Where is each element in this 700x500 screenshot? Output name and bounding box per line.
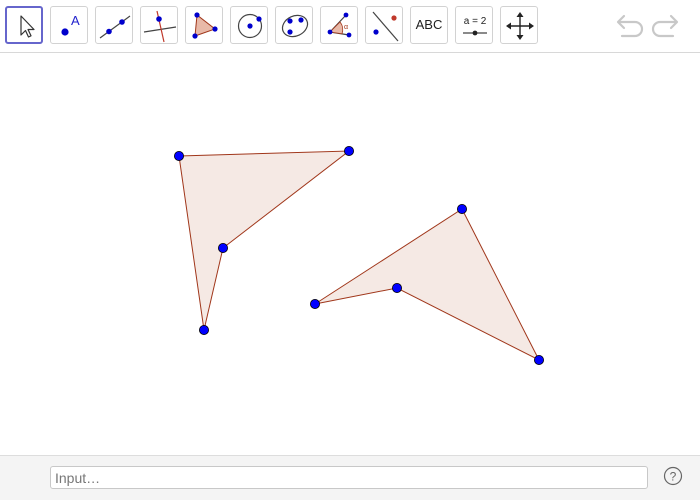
help-icon[interactable]: ? xyxy=(663,466,683,486)
angle-tool-button[interactable]: α xyxy=(320,6,358,44)
perpendicular-line-icon xyxy=(143,10,177,43)
input-field[interactable] xyxy=(50,466,648,489)
point[interactable] xyxy=(198,324,209,335)
reflect-about-line-icon xyxy=(372,11,399,42)
polygon-1[interactable] xyxy=(178,150,351,331)
point-tool-label: A xyxy=(71,13,80,28)
angle-icon: α xyxy=(327,12,352,38)
graphics-view[interactable] xyxy=(0,53,700,455)
point[interactable] xyxy=(456,203,467,214)
reflect-tool-button[interactable] xyxy=(365,6,403,44)
polygon-2[interactable] xyxy=(314,208,541,362)
circle-center-point-icon xyxy=(237,13,263,39)
geogebra-app: A α ABC a = 2 Input… ? xyxy=(0,0,700,500)
move-tool-button[interactable] xyxy=(5,6,43,44)
conic-tool-button[interactable] xyxy=(275,6,313,44)
line-through-points-icon xyxy=(99,15,131,39)
line-tool-button[interactable] xyxy=(95,6,133,44)
toolbar: A α ABC a = 2 xyxy=(0,0,700,53)
slider-tool-label: a = 2 xyxy=(464,16,487,27)
point[interactable] xyxy=(309,298,320,309)
polygon-icon xyxy=(192,12,218,39)
point[interactable] xyxy=(343,146,354,157)
help-label: ? xyxy=(670,470,677,484)
undo-icon[interactable] xyxy=(614,12,644,40)
svg-text:α: α xyxy=(344,24,348,31)
perpendicular-line-tool-button[interactable] xyxy=(140,6,178,44)
move-graphics-view-tool-button[interactable] xyxy=(500,6,538,44)
conic-through-points-icon xyxy=(281,14,309,38)
text-tool-button[interactable]: ABC xyxy=(410,6,448,44)
circle-tool-button[interactable] xyxy=(230,6,268,44)
point[interactable] xyxy=(173,151,184,162)
input-bar xyxy=(0,455,700,500)
slider-icon: a = 2 xyxy=(463,16,487,36)
arrow-pointer-icon xyxy=(20,15,35,38)
point-tool-button[interactable]: A xyxy=(50,6,88,44)
polygon-tool-button[interactable] xyxy=(185,6,223,44)
point[interactable] xyxy=(534,354,545,365)
point-label-icon: A xyxy=(61,13,80,36)
point[interactable] xyxy=(391,282,402,293)
slider-tool-button[interactable]: a = 2 xyxy=(455,6,493,44)
text-tool-label: ABC xyxy=(415,17,443,32)
move-arrows-icon xyxy=(506,12,534,40)
redo-icon[interactable] xyxy=(651,12,681,40)
point[interactable] xyxy=(217,242,228,253)
